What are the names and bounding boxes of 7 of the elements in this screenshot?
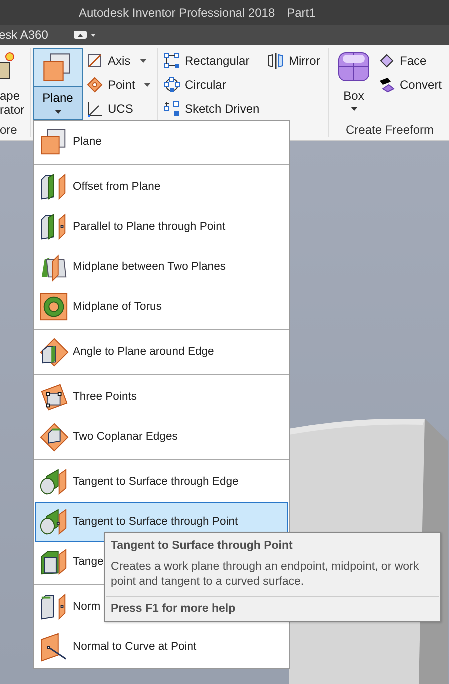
tooltip-text: Creates a work plane through an endpoint, midpoint, or work point and tangent to a curved surface. — [110, 560, 420, 590]
help-hint: Press F1 for more help — [110, 602, 237, 617]
window-title: Autodesk Inventor Professional 2018 — [79, 6, 276, 20]
tooltip-title: Tangent to Surface through Point — [110, 539, 294, 554]
document-name: Part1 — [287, 6, 316, 20]
panel-label: ore — [0, 123, 18, 139]
panel-label: Create Freeform — [346, 123, 434, 139]
